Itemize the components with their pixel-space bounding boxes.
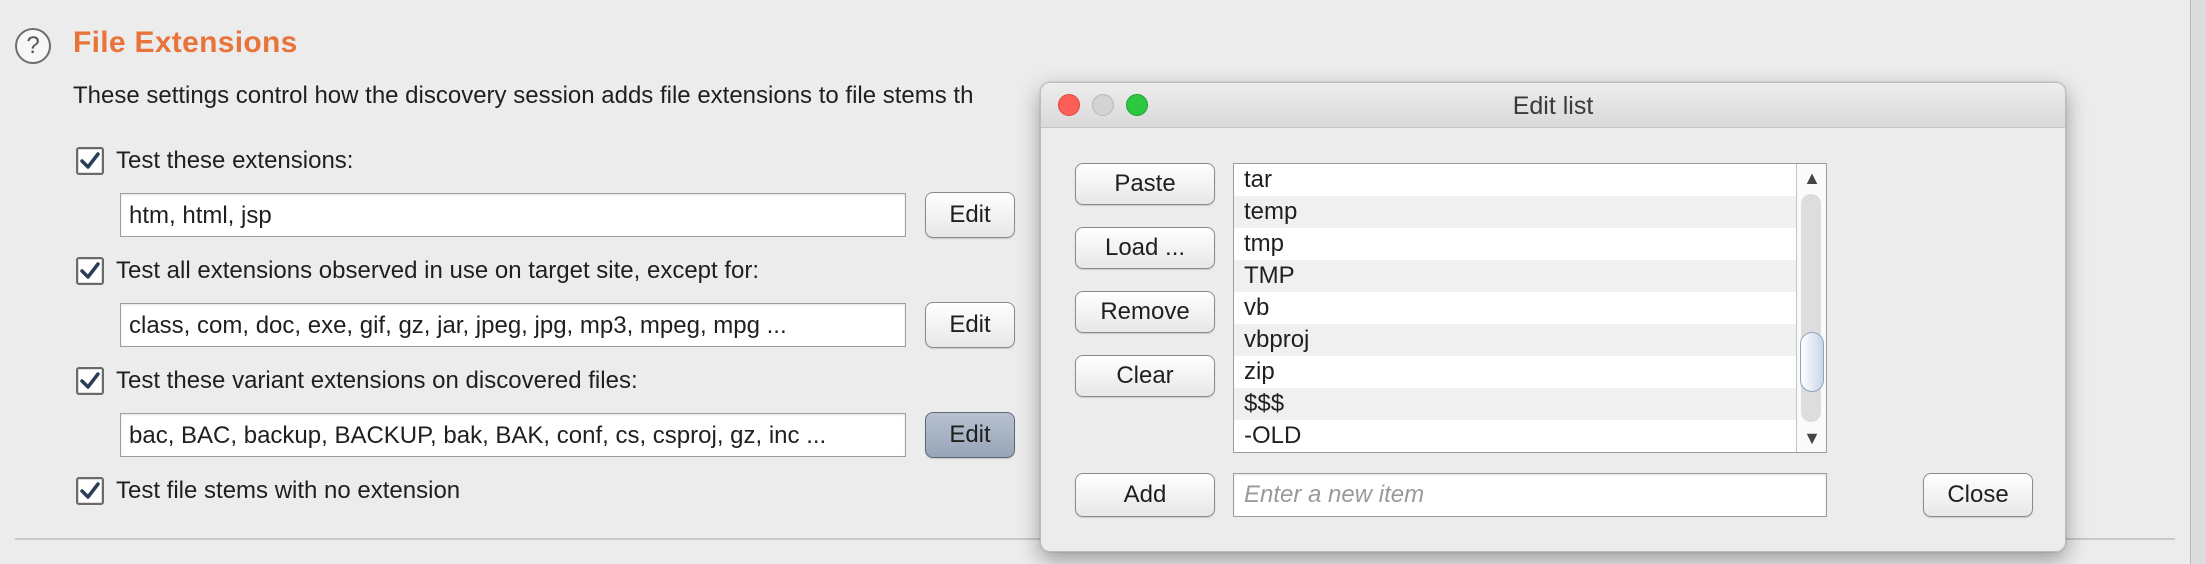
option-variant-extensions[interactable]: Test these variant extensions on discove… <box>76 364 638 398</box>
observed-extensions-field[interactable]: class, com, doc, exe, gif, gz, jar, jpeg… <box>120 303 906 347</box>
list-item[interactable]: tar <box>1234 164 1826 196</box>
panel-scrollbar[interactable] <box>2190 0 2206 564</box>
variant-extensions-label: Test these variant extensions on discove… <box>116 367 638 394</box>
test-extensions-label: Test these extensions: <box>116 147 354 174</box>
list-item[interactable]: TMP <box>1234 260 1826 292</box>
dialog-title: Edit list <box>1512 92 1594 120</box>
section-description: These settings control how the discovery… <box>73 82 974 109</box>
extension-list[interactable]: tar temp tmp TMP vb vbproj zip $$$ -OLD … <box>1233 163 1827 453</box>
edit-list-dialog: Edit list Paste Load ... Remove Clear ta… <box>1040 82 2066 552</box>
observed-extensions-checkbox[interactable] <box>76 257 104 285</box>
list-item[interactable]: vbproj <box>1234 324 1826 356</box>
scroll-thumb[interactable] <box>1800 332 1824 392</box>
remove-button[interactable]: Remove <box>1075 291 1215 333</box>
checkmark-icon <box>80 372 100 389</box>
checkmark-icon <box>80 152 100 169</box>
help-icon[interactable]: ? <box>15 28 51 64</box>
add-button[interactable]: Add <box>1075 473 1215 517</box>
no-extension-label: Test file stems with no extension <box>116 477 461 504</box>
edit-test-extensions-button[interactable]: Edit <box>925 192 1015 238</box>
new-item-input[interactable] <box>1233 473 1827 517</box>
list-item[interactable]: temp <box>1234 196 1826 228</box>
checkmark-icon <box>80 482 100 499</box>
test-extensions-field[interactable]: htm, html, jsp <box>120 193 906 237</box>
arrow-up-icon[interactable]: ▲ <box>1797 164 1826 192</box>
variant-extensions-field[interactable]: bac, BAC, backup, BACKUP, bak, BAK, conf… <box>120 413 906 457</box>
list-scrollbar[interactable]: ▲ ▼ <box>1796 164 1826 452</box>
load-button[interactable]: Load ... <box>1075 227 1215 269</box>
checkmark-icon <box>80 262 100 279</box>
option-observed-extensions[interactable]: Test all extensions observed in use on t… <box>76 254 759 288</box>
edit-observed-extensions-button[interactable]: Edit <box>925 302 1015 348</box>
list-item[interactable]: vb <box>1234 292 1826 324</box>
clear-button[interactable]: Clear <box>1075 355 1215 397</box>
list-item[interactable]: tmp <box>1234 228 1826 260</box>
list-item[interactable]: $$$ <box>1234 388 1826 420</box>
observed-extensions-label: Test all extensions observed in use on t… <box>116 257 760 284</box>
paste-button[interactable]: Paste <box>1075 163 1215 205</box>
variant-extensions-checkbox[interactable] <box>76 367 104 395</box>
extension-list-items: tar temp tmp TMP vb vbproj zip $$$ -OLD <box>1234 164 1826 452</box>
edit-variant-extensions-button[interactable]: Edit <box>925 412 1015 458</box>
list-item[interactable]: -OLD <box>1234 420 1826 452</box>
option-no-extension[interactable]: Test file stems with no extension <box>76 474 460 508</box>
close-button[interactable]: Close <box>1923 473 2033 517</box>
arrow-down-icon[interactable]: ▼ <box>1797 424 1826 452</box>
dialog-titlebar[interactable]: Edit list <box>1041 83 2065 128</box>
list-item[interactable]: zip <box>1234 356 1826 388</box>
option-test-extensions[interactable]: Test these extensions: <box>76 144 353 178</box>
no-extension-checkbox[interactable] <box>76 477 104 505</box>
test-extensions-checkbox[interactable] <box>76 147 104 175</box>
section-title: File Extensions <box>73 26 298 59</box>
